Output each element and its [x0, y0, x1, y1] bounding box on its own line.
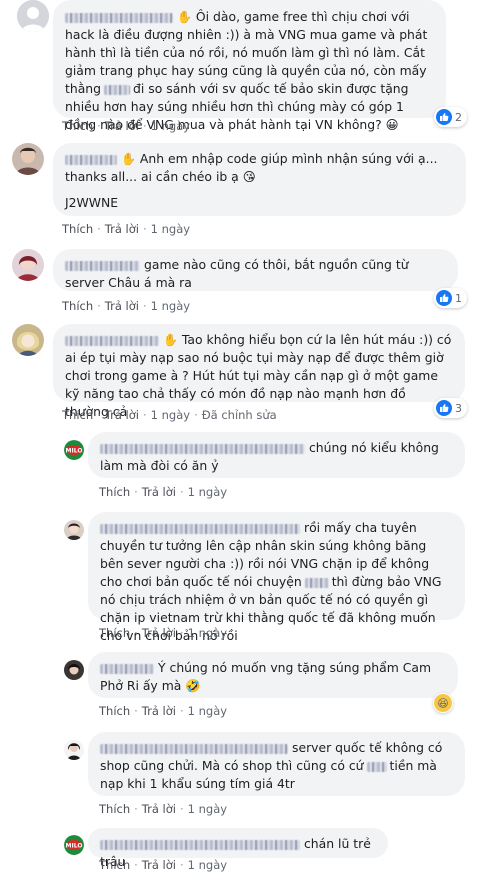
svg-text:MILO: MILO — [66, 448, 83, 455]
avatar[interactable] — [17, 0, 49, 32]
reply-actions: Thích · Trả lời · 1 ngày — [99, 802, 228, 816]
avatar[interactable] — [12, 249, 44, 281]
like-link[interactable]: Thích — [99, 858, 130, 872]
commenter-name[interactable] — [65, 335, 159, 346]
like-link[interactable]: Thích — [62, 299, 93, 313]
commenter-name[interactable] — [65, 12, 173, 23]
like-link[interactable]: Thích — [99, 485, 130, 499]
reaction-count[interactable]: 1 — [434, 288, 467, 308]
reply-bubble: chúng nó kiểu không làm mà đòi có ăn ỷ — [88, 432, 465, 478]
like-link[interactable]: Thích — [99, 704, 130, 718]
timestamp[interactable]: 1 ngày — [188, 626, 227, 640]
comment-actions: Thích · Trả lời · 1 ngày — [62, 119, 191, 133]
comment-bubble: ✋ Anh em nhập code giúp mình nhận súng v… — [53, 143, 466, 216]
reply-link[interactable]: Trả lời — [105, 119, 139, 133]
reply-link[interactable]: Trả lời — [142, 802, 176, 816]
svg-text:MILO: MILO — [66, 843, 83, 850]
commenter-name[interactable] — [100, 743, 288, 754]
timestamp[interactable]: 1 ngày — [151, 299, 190, 313]
tagged-name[interactable] — [366, 761, 387, 772]
profile-photo — [12, 249, 44, 281]
raised-hand-icon: ✋ — [163, 333, 178, 347]
raised-hand-icon: ✋ — [177, 10, 192, 24]
profile-photo — [12, 143, 44, 175]
thumbs-up-icon — [436, 109, 452, 125]
like-link[interactable]: Thích — [99, 626, 130, 640]
reply-link[interactable]: Trả lời — [105, 222, 139, 236]
reaction-number: 1 — [455, 291, 462, 305]
avatar[interactable] — [64, 740, 84, 760]
reply-bubble: server quốc tế không có shop cũng chửi. … — [88, 732, 465, 796]
laughing-face-icon: 😆 — [434, 694, 452, 712]
rolling-laughing-icon: 🤣 — [185, 678, 201, 693]
reply-bubble: rồi mấy cha tuyên chuyền tư tưởng lên cậ… — [88, 512, 465, 643]
commenter-name[interactable] — [100, 839, 300, 850]
timestamp[interactable]: 1 ngày — [188, 858, 227, 872]
comment-bubble: ✋ Ôi dào, game free thì chịu chơi với ha… — [53, 0, 446, 132]
kissing-face-icon: 😘 — [242, 169, 256, 184]
avatar[interactable] — [64, 660, 84, 680]
reply-link[interactable]: Trả lời — [105, 299, 139, 313]
profile-photo — [64, 520, 84, 540]
edited-label[interactable]: Đã chỉnh sửa — [202, 408, 277, 422]
commenter-name[interactable] — [100, 523, 300, 534]
timestamp[interactable]: 1 ngày — [188, 704, 227, 718]
reply-actions: Thích · Trả lời · 1 ngày — [99, 704, 228, 718]
timestamp[interactable]: 1 ngày — [151, 222, 190, 236]
avatar[interactable]: MILO — [64, 440, 84, 460]
timestamp[interactable]: 1 ngày — [188, 485, 227, 499]
avatar[interactable] — [64, 520, 84, 540]
like-link[interactable]: Thích — [99, 802, 130, 816]
comment-bubble: ✋ Tao không hiểu bọn cứ la lên hút máu :… — [53, 324, 465, 419]
reply-bubble: Ý chúng nó muốn vng tặng súng phẩm Cam P… — [88, 652, 458, 698]
milo-logo-icon: MILO — [64, 835, 84, 855]
reaction-count[interactable]: 😆 — [433, 693, 453, 713]
comment-actions: Thích · Trả lời · 1 ngày — [62, 299, 191, 313]
reply-bubble: chán lũ trẻ trâu — [88, 828, 388, 869]
tagged-name[interactable] — [104, 84, 131, 95]
milo-logo-icon: MILO — [64, 440, 84, 460]
reaction-number: 2 — [455, 110, 462, 124]
reply-link[interactable]: Trả lời — [105, 408, 139, 422]
grinning-face-icon: 😀 — [385, 117, 399, 132]
reply-actions: Thích · Trả lời · 1 ngày — [99, 858, 228, 872]
avatar[interactable] — [12, 143, 44, 175]
reply-link[interactable]: Trả lời — [142, 485, 176, 499]
comment-actions: Thích · Trả lời · 1 ngày — [62, 222, 191, 236]
reply-actions: Thích · Trả lời · 1 ngày — [99, 485, 228, 499]
thumbs-up-icon — [436, 290, 452, 306]
reply-actions: Thích · Trả lời · 1 ngày — [99, 626, 228, 640]
default-avatar-icon — [17, 0, 49, 32]
comment-bubble: game nào cũng có thôi, bắt nguồn cũng từ… — [53, 249, 458, 291]
reaction-count[interactable]: 2 — [434, 107, 467, 127]
timestamp[interactable]: 1 ngày — [188, 802, 227, 816]
avatar[interactable] — [12, 324, 44, 356]
reaction-number: 3 — [455, 401, 462, 415]
reply-link[interactable]: Trả lời — [142, 704, 176, 718]
profile-photo — [12, 324, 44, 356]
commenter-name[interactable] — [100, 663, 154, 674]
commenter-name[interactable] — [100, 443, 305, 454]
commenter-name[interactable] — [65, 154, 117, 165]
reaction-count[interactable]: 3 — [434, 398, 467, 418]
reply-link[interactable]: Trả lời — [142, 626, 176, 640]
thumbs-up-icon — [436, 400, 452, 416]
gift-code: J2WWNE — [65, 195, 119, 210]
reply-link[interactable]: Trả lời — [142, 858, 176, 872]
profile-photo — [64, 740, 84, 760]
timestamp[interactable]: 1 ngày — [151, 119, 190, 133]
commenter-name[interactable] — [65, 260, 140, 271]
like-link[interactable]: Thích — [62, 222, 93, 236]
tagged-name[interactable] — [304, 577, 329, 588]
avatar[interactable]: MILO — [64, 835, 84, 855]
like-link[interactable]: Thích — [62, 119, 93, 133]
like-link[interactable]: Thích — [62, 408, 93, 422]
comment-actions: Thích · Trả lời · 1 ngày · Đã chỉnh sửa — [62, 408, 277, 422]
raised-hand-icon: ✋ — [121, 152, 136, 166]
profile-photo — [64, 660, 84, 680]
timestamp[interactable]: 1 ngày — [151, 408, 190, 422]
